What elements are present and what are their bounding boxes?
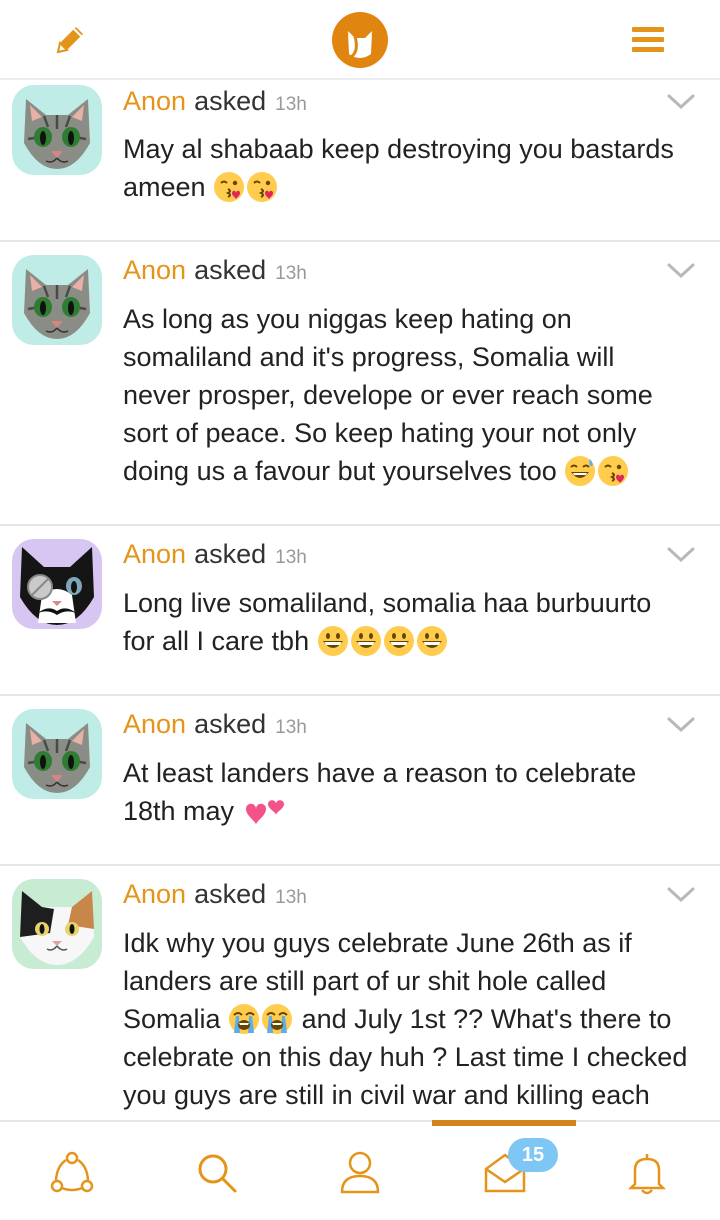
kissing-heart-emoji-icon [246, 171, 278, 203]
two-hearts-emoji-icon [242, 795, 290, 827]
pencil-icon[interactable] [40, 10, 100, 70]
sob-emoji-icon [261, 1003, 293, 1035]
asked-label: asked [194, 86, 267, 116]
inbox-badge[interactable]: 15 [508, 1138, 558, 1172]
profile-icon[interactable] [335, 1148, 385, 1198]
grinning-emoji-icon [317, 625, 349, 657]
top-bar [0, 0, 720, 80]
active-tab-indicator [432, 1120, 576, 1126]
asked-label: asked [194, 539, 267, 569]
question-text: May al shabaab keep destroying you basta… [123, 134, 674, 203]
chevron-down-icon[interactable] [666, 545, 696, 565]
author-name[interactable]: Anon [123, 879, 186, 910]
timestamp: 13h [275, 547, 307, 568]
author-name[interactable]: Anon [123, 86, 186, 117]
timestamp: 13h [275, 717, 307, 738]
question-text: Idk why you guys celebrate June 26th as … [123, 928, 688, 1110]
chevron-down-icon[interactable] [666, 715, 696, 735]
question-card[interactable]: Anon asked 13h As long as you niggas kee… [0, 242, 720, 526]
sob-emoji-icon [228, 1003, 260, 1035]
question-text: As long as you niggas keep hating on som… [123, 304, 653, 487]
question-card[interactable]: Anon asked 13h Long live somaliland, som… [0, 526, 720, 696]
kissing-heart-emoji-icon [597, 455, 629, 487]
asked-label: asked [194, 255, 267, 285]
timestamp: 13h [275, 94, 307, 115]
question-card[interactable]: Anon asked 13h May al shabaab keep destr… [0, 80, 720, 242]
question-text: At least landers have a reason to celebr… [123, 758, 637, 827]
calico-cat-avatar[interactable] [12, 879, 102, 969]
chevron-down-icon[interactable] [666, 885, 696, 905]
grinning-emoji-icon [416, 625, 448, 657]
tabby-cat-avatar[interactable] [12, 709, 102, 799]
chevron-down-icon[interactable] [666, 92, 696, 112]
hamburger-menu-icon[interactable] [618, 10, 678, 70]
author-name[interactable]: Anon [123, 709, 186, 740]
question-card[interactable]: Anon asked 13h At least landers have a r… [0, 696, 720, 866]
asked-label: asked [194, 709, 267, 739]
timestamp: 13h [275, 887, 307, 908]
bottom-nav-bar: 15 [0, 1120, 720, 1220]
search-icon[interactable] [192, 1148, 242, 1198]
question-feed[interactable]: Anon asked 13h May al shabaab keep destr… [0, 80, 720, 1120]
tabby-cat-avatar[interactable] [12, 85, 102, 175]
tabby-cat-avatar[interactable] [12, 255, 102, 345]
author-name[interactable]: Anon [123, 255, 186, 286]
question-card[interactable]: Anon asked 13h Idk why you guys celebrat… [0, 866, 720, 1120]
grinning-emoji-icon [383, 625, 415, 657]
grinning-emoji-icon [350, 625, 382, 657]
tuxedo-cat-avatar[interactable] [12, 539, 102, 629]
sweat-smile-emoji-icon [564, 455, 596, 487]
app-logo-icon[interactable] [330, 10, 390, 70]
kissing-heart-emoji-icon [213, 171, 245, 203]
author-name[interactable]: Anon [123, 539, 186, 570]
bell-icon[interactable] [622, 1148, 672, 1198]
question-text: Long live somaliland, somalia haa burbuu… [123, 588, 652, 657]
timestamp: 13h [275, 263, 307, 284]
chevron-down-icon[interactable] [666, 261, 696, 281]
asked-label: asked [194, 879, 267, 909]
network-icon[interactable] [47, 1148, 97, 1198]
